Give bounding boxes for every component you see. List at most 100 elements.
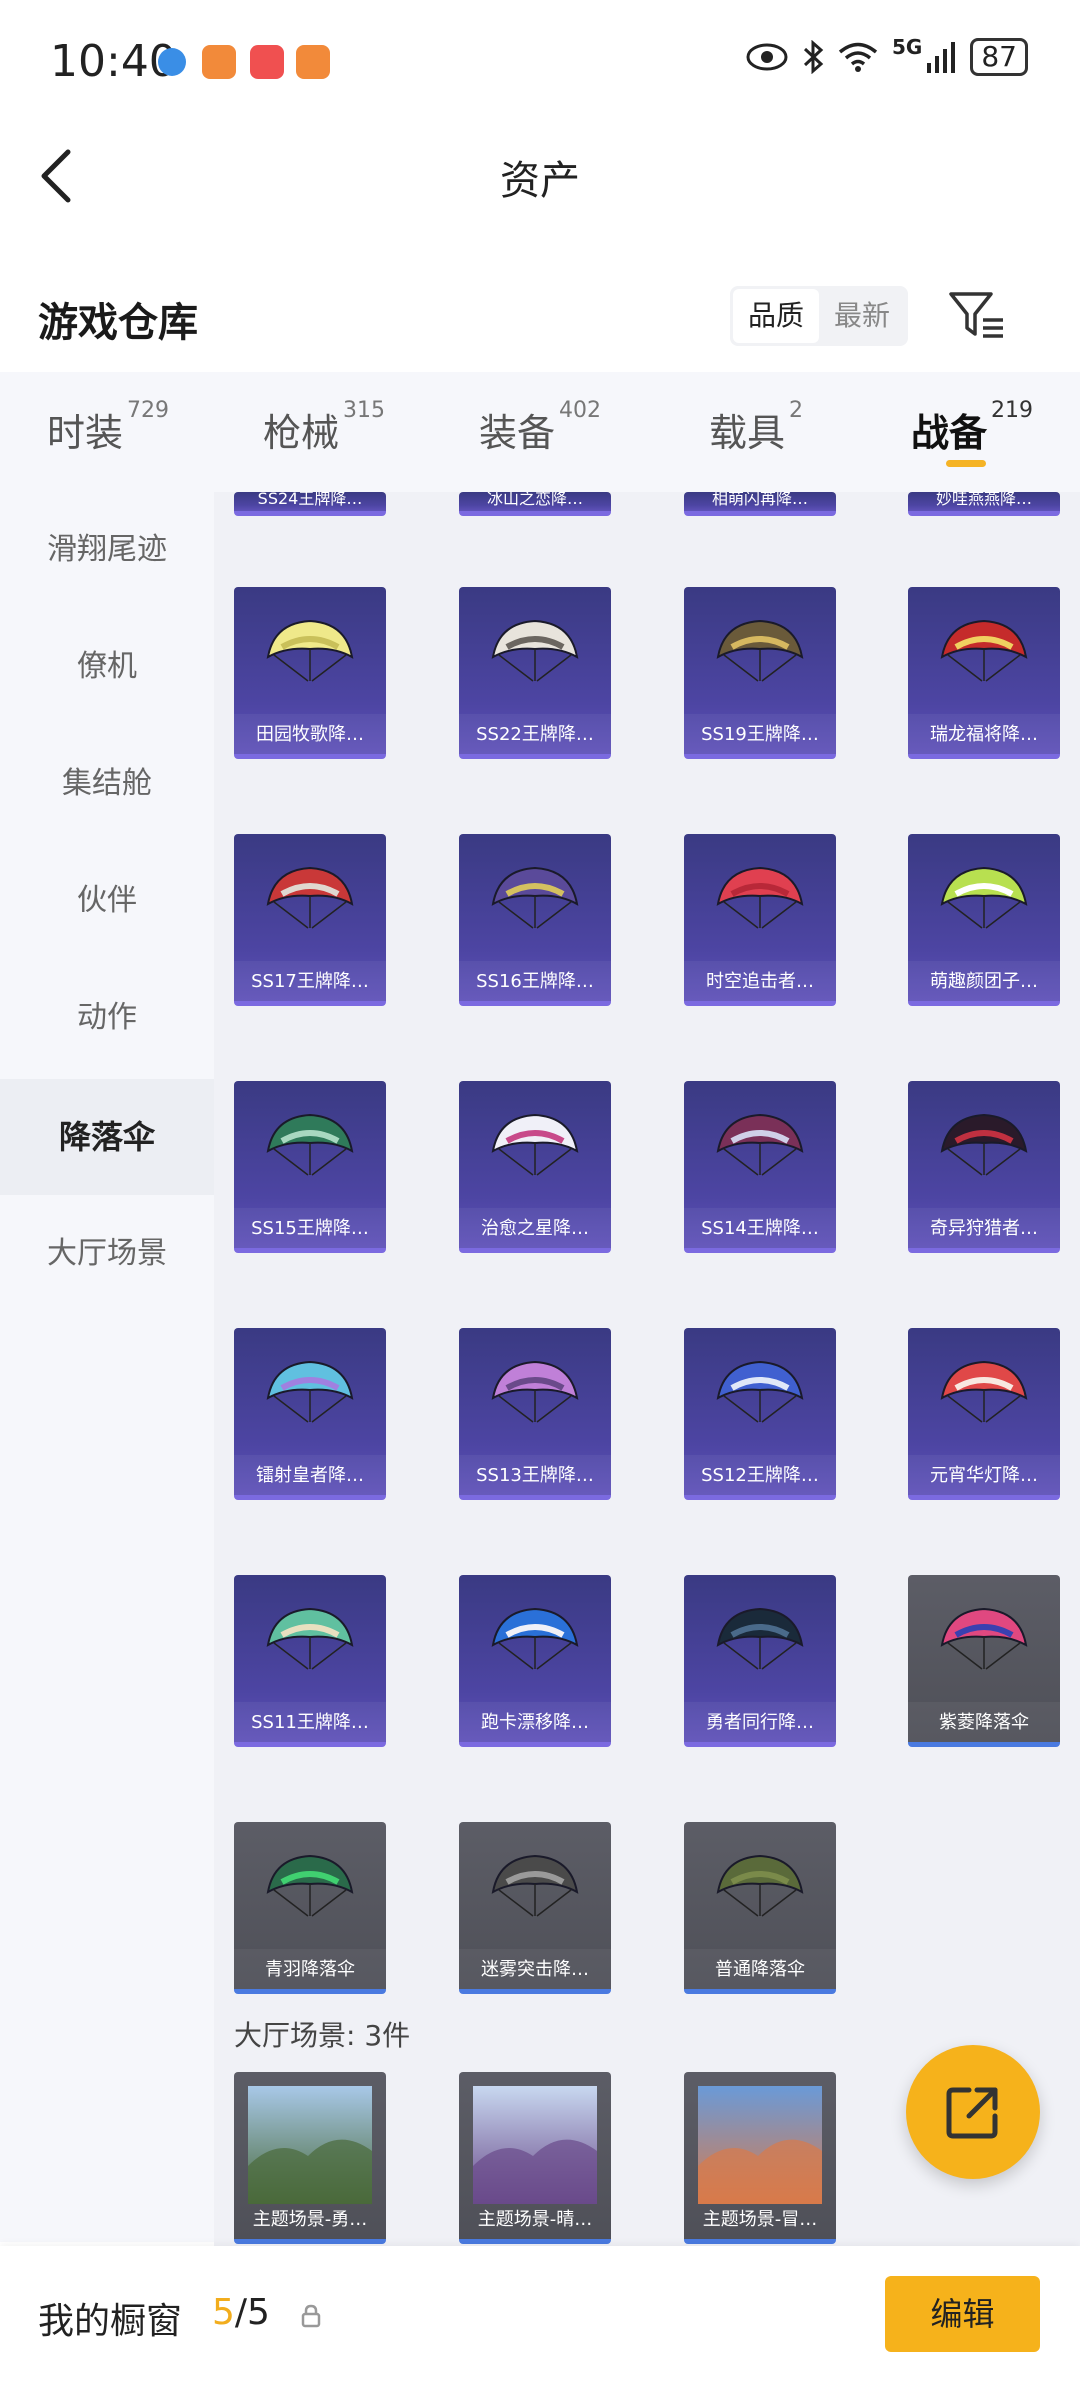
parachute-icon xyxy=(940,619,1028,682)
card-label: SS14王牌降… xyxy=(701,1218,819,1239)
parachute-icon xyxy=(491,866,579,929)
tab-label: 装备 xyxy=(478,411,555,455)
sidebar: 滑翔尾迹 僚机 集结舱 伙伴 动作 降落伞 大厅场景 xyxy=(0,492,214,2242)
parachute-card-partial[interactable]: 妙哇燕燕降… xyxy=(908,492,1060,516)
card-label: 相萌闪苒降… xyxy=(711,492,808,508)
sidebar-item-companion[interactable]: 伙伴 xyxy=(0,843,214,959)
sidebar-item-parachute[interactable]: 降落伞 xyxy=(0,1079,214,1195)
bluetooth-icon xyxy=(803,40,824,74)
parachute-card[interactable]: 瑞龙福将降… xyxy=(908,587,1060,759)
tab-count: 2 xyxy=(789,398,803,423)
card-label: 田园牧歌降… xyxy=(256,724,364,745)
showcase-separator: / xyxy=(234,2292,248,2333)
parachute-card[interactable]: SS15王牌降… xyxy=(234,1081,386,1253)
mail-notification-icon xyxy=(250,45,284,79)
tab-label: 战备 xyxy=(910,411,987,455)
sidebar-item-lobby-scene[interactable]: 大厅场景 xyxy=(0,1196,214,1312)
card-label: 主题场景-勇… xyxy=(252,2209,368,2230)
app-notification-icon-2 xyxy=(296,45,330,79)
tab-battle-gear[interactable]: 战备219 xyxy=(864,372,1080,492)
card-label: SS19王牌降… xyxy=(701,724,819,745)
parachute-card-partial[interactable]: 相萌闪苒降… xyxy=(684,492,836,516)
tab-label: 时装 xyxy=(46,411,123,455)
parachute-card[interactable]: 紫菱降落伞 xyxy=(908,1575,1060,1747)
lobby-scene-card[interactable]: 主题场景-冒… xyxy=(684,2072,836,2244)
parachute-card[interactable]: 时空追击者… xyxy=(684,834,836,1006)
parachute-card[interactable]: SS13王牌降… xyxy=(459,1328,611,1500)
eye-icon xyxy=(746,43,788,71)
parachute-icon xyxy=(716,619,804,682)
signal-icon xyxy=(927,42,956,73)
card-label: 镭射皇者降… xyxy=(256,1465,364,1486)
sidebar-item-emote[interactable]: 动作 xyxy=(0,960,214,1076)
showcase-bar: 我的橱窗 5/5 编辑 xyxy=(0,2246,1080,2381)
wifi-icon xyxy=(838,42,878,72)
parachute-card[interactable]: 青羽降落伞 xyxy=(234,1822,386,1994)
card-label: 冰山之恋降… xyxy=(486,492,583,508)
sidebar-item-rally-pod[interactable]: 集结舱 xyxy=(0,726,214,842)
parachute-card[interactable]: SS22王牌降… xyxy=(459,587,611,759)
warehouse-header: 游戏仓库 品质 最新 xyxy=(0,270,1080,370)
card-label: 迷雾突击降… xyxy=(481,1959,589,1980)
parachute-card[interactable]: 镭射皇者降… xyxy=(234,1328,386,1500)
parachute-icon xyxy=(940,1360,1028,1423)
item-grid: SS24王牌降… 冰山之恋降… 相萌闪苒降… 妙哇燕燕降… 田园牧歌降… SS22王牌降…… xyxy=(214,492,1080,2246)
parachute-card-partial[interactable]: SS24王牌降… xyxy=(234,492,386,516)
parachute-card[interactable]: SS11王牌降… xyxy=(234,1575,386,1747)
parachute-card[interactable]: 迷雾突击降… xyxy=(459,1822,611,1994)
sort-quality-button[interactable]: 品质 xyxy=(733,289,819,343)
scene-thumbnail xyxy=(698,2086,822,2204)
parachute-card-partial[interactable]: 冰山之恋降… xyxy=(459,492,611,516)
parachute-card[interactable]: SS16王牌降… xyxy=(459,834,611,1006)
card-label: SS22王牌降… xyxy=(476,724,594,745)
tab-firearms[interactable]: 枪械315 xyxy=(216,372,432,492)
lobby-scene-card[interactable]: 主题场景-勇… xyxy=(234,2072,386,2244)
card-label: 治愈之星降… xyxy=(481,1218,589,1239)
parachute-icon xyxy=(266,619,354,682)
battery-icon: 87 xyxy=(970,38,1028,76)
scene-thumbnail xyxy=(473,2086,597,2204)
card-label: 紫菱降落伞 xyxy=(939,1712,1029,1733)
parachute-card[interactable]: SS17王牌降… xyxy=(234,834,386,1006)
share-button[interactable] xyxy=(906,2045,1040,2179)
parachute-card[interactable]: 普通降落伞 xyxy=(684,1822,836,1994)
tab-fashion[interactable]: 时装729 xyxy=(0,372,216,492)
card-label: 奇异狩猎者… xyxy=(930,1218,1038,1239)
lobby-scene-card[interactable]: 主题场景-晴… xyxy=(459,2072,611,2244)
parachute-card[interactable]: 勇者同行降… xyxy=(684,1575,836,1747)
parachute-card[interactable]: 元宵华灯降… xyxy=(908,1328,1060,1500)
card-label: 妙哇燕燕降… xyxy=(935,492,1032,508)
sidebar-item-glide-trail[interactable]: 滑翔尾迹 xyxy=(0,492,214,608)
showcase-current: 5 xyxy=(212,2292,235,2333)
sidebar-item-wingman[interactable]: 僚机 xyxy=(0,609,214,725)
browser-notification-icon xyxy=(158,48,186,76)
tab-equipment[interactable]: 装备402 xyxy=(432,372,648,492)
card-label: 青羽降落伞 xyxy=(265,1959,355,1980)
lock-icon xyxy=(301,2304,321,2328)
parachute-icon xyxy=(491,1854,579,1917)
card-label: 普通降落伞 xyxy=(715,1959,805,1980)
tab-count: 219 xyxy=(991,398,1033,423)
edit-button[interactable]: 编辑 xyxy=(885,2276,1040,2352)
tab-count: 402 xyxy=(559,398,601,423)
status-icons: 5G 87 xyxy=(746,35,1028,76)
parachute-card[interactable]: 田园牧歌降… xyxy=(234,587,386,759)
card-label: SS12王牌降… xyxy=(701,1465,819,1486)
parachute-card[interactable]: SS19王牌降… xyxy=(684,587,836,759)
scene-thumbnail xyxy=(248,2086,372,2204)
parachute-card[interactable]: SS14王牌降… xyxy=(684,1081,836,1253)
card-label: 主题场景-冒… xyxy=(702,2209,818,2230)
sort-toggle: 品质 最新 xyxy=(730,286,908,346)
parachute-card[interactable]: 奇异狩猎者… xyxy=(908,1081,1060,1253)
filter-icon[interactable] xyxy=(945,282,1009,346)
parachute-card[interactable]: SS12王牌降… xyxy=(684,1328,836,1500)
tab-vehicles[interactable]: 载具2 xyxy=(648,372,864,492)
sort-newest-button[interactable]: 最新 xyxy=(819,289,905,343)
app-header: 资产 xyxy=(0,120,1080,230)
parachute-card[interactable]: 治愈之星降… xyxy=(459,1081,611,1253)
parachute-card[interactable]: 跑卡漂移降… xyxy=(459,1575,611,1747)
parachute-icon xyxy=(266,1113,354,1176)
parachute-icon xyxy=(491,619,579,682)
parachute-card[interactable]: 萌趣颜团子… xyxy=(908,834,1060,1006)
card-label: 跑卡漂移降… xyxy=(481,1712,589,1733)
